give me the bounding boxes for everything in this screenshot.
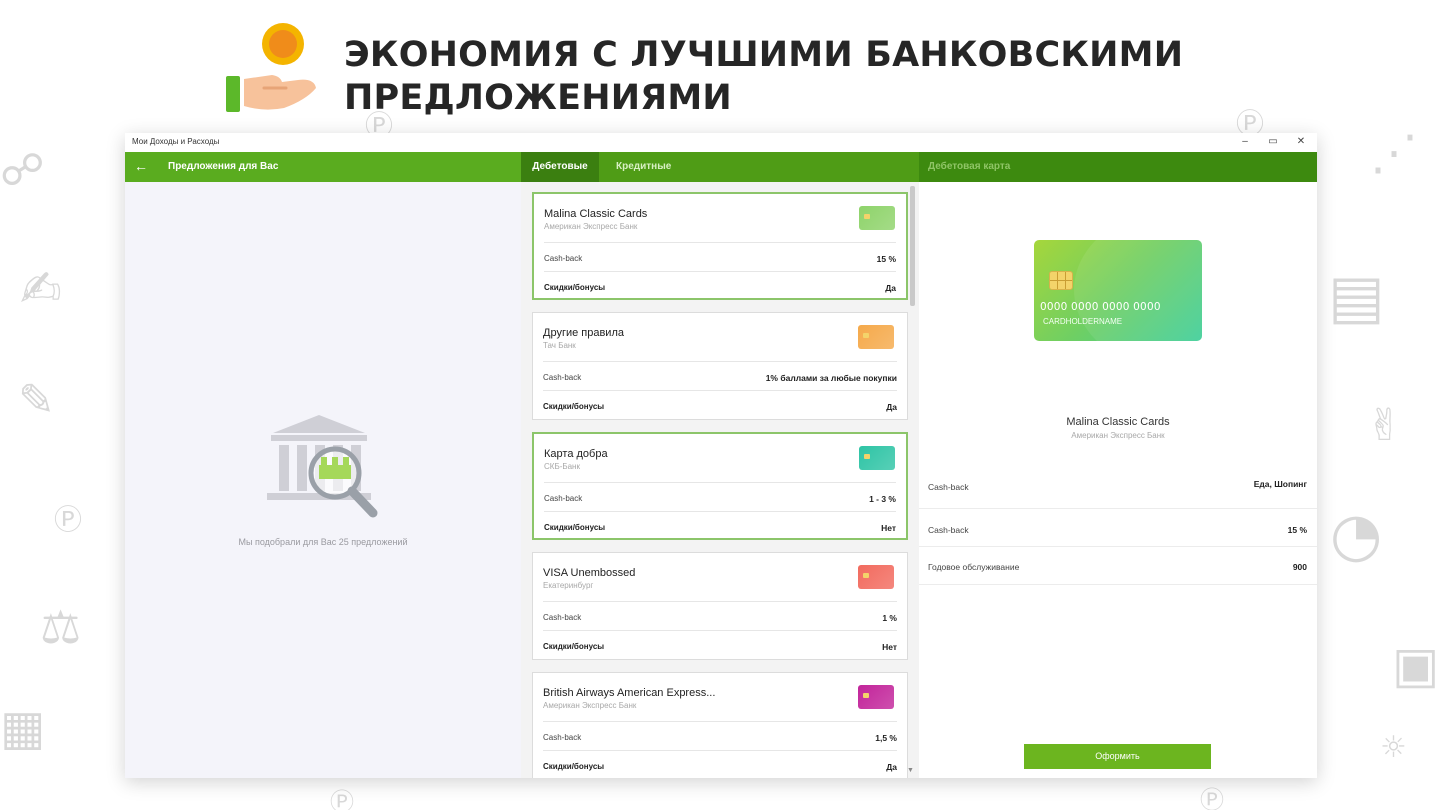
chip-icon: [1049, 271, 1073, 290]
graph-doodle: ⋰: [1370, 125, 1418, 181]
left-pane: Мы подобрали для Вас 25 предложений: [125, 182, 521, 778]
offer-card[interactable]: Карта добра СКБ-Банк Cash-back 1 - 3 % Скидк…: [532, 432, 908, 540]
close-icon[interactable]: ✕: [1293, 135, 1309, 149]
window-titlebar: Мои Доходы и Расходы – ▭ ✕: [125, 133, 1317, 152]
presentation-doodle: ▣: [1392, 636, 1440, 694]
offer-row-label: Скидки/бонусы: [543, 762, 605, 771]
money-doodle: ▦: [0, 700, 46, 756]
coin-hand-icon: [226, 23, 316, 112]
offer-row-label: Cash-back: [544, 254, 583, 263]
card-thumbnail-icon: [859, 446, 895, 470]
offer-name: VISA Unembossed: [543, 567, 636, 579]
detail-value: Еда, Шопинг: [1253, 479, 1307, 489]
tab-debit[interactable]: Дебетовые: [521, 152, 599, 182]
app-window: Мои Доходы и Расходы – ▭ ✕ ← Предложения…: [125, 133, 1317, 778]
card-thumbnail-icon: [858, 685, 894, 709]
tabs-bar: Дебетовые Кредитные: [521, 152, 919, 182]
document-doodle: ▤: [1328, 262, 1385, 332]
offers-list[interactable]: ▼ Malina Classic Cards Американ Экспресс …: [521, 182, 919, 778]
detail-value: 15 %: [1287, 525, 1307, 535]
offer-card[interactable]: British Airways American Express... Амери…: [532, 672, 908, 778]
card-holder: CARDHOLDERNAME: [1043, 317, 1123, 326]
tab-credit[interactable]: Кредитные: [616, 152, 671, 182]
offers-count-text: Мы подобрали для Вас 25 предложений: [238, 537, 408, 547]
left-header-bar: ← Предложения для Вас: [125, 152, 521, 182]
offer-row-value: 15 %: [876, 254, 896, 264]
detail-label: Cash-back: [928, 525, 969, 535]
scroll-down-icon[interactable]: ▼: [907, 767, 914, 774]
bulb-doodle: ☼: [1380, 730, 1407, 765]
offer-bank: Тач Банк: [543, 341, 576, 350]
minimize-icon[interactable]: –: [1237, 135, 1253, 149]
detail-row: Cash-back Еда, Шопинг: [919, 463, 1317, 509]
slide-header: ЭКОНОМИЯ С ЛУЧШИМИ БАНКОВСКИМИ ПРЕДЛОЖЕН…: [224, 22, 1224, 118]
ruble-doodle: Ⓟ: [54, 503, 83, 536]
offer-row-value: 1,5 %: [875, 733, 897, 743]
card-thumbnail-icon: [858, 565, 894, 589]
offer-card[interactable]: Malina Classic Cards Американ Экспресс Ба…: [532, 192, 908, 300]
maximize-icon[interactable]: ▭: [1265, 135, 1281, 149]
card-thumbnail-icon: [859, 206, 895, 230]
offer-row-value: Да: [886, 762, 897, 772]
offer-bank: Американ Экспресс Банк: [543, 701, 637, 710]
detail-row: Годовое обслуживание 900: [919, 548, 1317, 585]
ruble-doodle: Ⓟ: [330, 788, 354, 810]
offer-card[interactable]: VISA Unembossed Екатеринбург Cash-back 1 % С…: [532, 552, 908, 660]
detail-header-bar: Дебетовая карта: [919, 152, 1317, 182]
slide-title-line2: ПРЕДЛОЖЕНИЯМИ: [344, 78, 732, 118]
window-title: Мои Доходы и Расходы: [132, 137, 220, 146]
offer-row-value: 1% баллами за любые покупки: [765, 373, 897, 383]
pen-doodle: ✎: [18, 375, 55, 426]
offer-row-label: Cash-back: [543, 733, 582, 742]
offer-row-label: Cash-back: [543, 373, 582, 382]
detail-pane: 0000 0000 0000 0000 CARDHOLDERNAME Malin…: [919, 182, 1317, 778]
card-number: 0000 0000 0000 0000: [1040, 301, 1161, 313]
offer-row-label: Скидки/бонусы: [544, 523, 606, 532]
offer-name: British Airways American Express...: [543, 687, 716, 699]
detail-header-title: Дебетовая карта: [928, 161, 1011, 172]
offer-row-label: Скидки/бонусы: [543, 642, 605, 651]
offer-bank: Екатеринбург: [543, 581, 594, 590]
detail-value: 900: [1292, 562, 1307, 572]
detail-row: Cash-back 15 %: [919, 510, 1317, 547]
handshake-doodle: ✍: [20, 260, 62, 318]
offer-row-value: Нет: [881, 523, 896, 533]
offer-row-value: 1 %: [882, 613, 897, 623]
bank-search-icon: [267, 415, 378, 518]
scale-doodle: ⚖: [40, 600, 82, 654]
detail-card-name: Malina Classic Cards: [1066, 416, 1170, 428]
card-thumbnail-icon: [858, 325, 894, 349]
offer-bank: Американ Экспресс Банк: [544, 222, 638, 231]
card-preview: 0000 0000 0000 0000 CARDHOLDERNAME: [1034, 240, 1202, 341]
offer-card[interactable]: Другие правила Тач Банк Cash-back 1% баллам…: [532, 312, 908, 420]
detail-label: Cash-back: [928, 482, 969, 492]
offer-row-label: Скидки/бонусы: [544, 283, 606, 292]
slide-title: ЭКОНОМИЯ С ЛУЧШИМИ БАНКОВСКИМИ ПРЕДЛОЖЕН…: [344, 34, 1183, 120]
chart-doodle: ◔: [1330, 500, 1383, 570]
offers-scrollbar[interactable]: [910, 186, 915, 306]
offer-name: Карта добра: [544, 448, 608, 460]
detail-bank-name: Американ Экспресс Банк: [1071, 431, 1165, 440]
arrow-left-icon[interactable]: ←: [134, 158, 148, 174]
slide-title-line1: ЭКОНОМИЯ С ЛУЧШИМИ БАНКОВСКИМИ: [344, 35, 1184, 75]
offer-bank: СКБ-Банк: [544, 462, 580, 471]
offer-row-value: Да: [885, 283, 896, 293]
offer-row-value: Нет: [882, 642, 897, 652]
offer-row-label: Cash-back: [543, 613, 582, 622]
left-pane-title: Предложения для Вас: [168, 161, 279, 172]
hands-doodle: ✌: [1366, 400, 1403, 451]
detail-label: Годовое обслуживание: [928, 562, 1020, 572]
people-doodle: ☍: [0, 145, 45, 196]
offer-row-value: Да: [886, 402, 897, 412]
offer-name: Другие правила: [543, 327, 624, 339]
offer-row-label: Cash-back: [544, 494, 583, 503]
offer-name: Malina Classic Cards: [544, 208, 648, 220]
offer-row-label: Скидки/бонусы: [543, 402, 605, 411]
offer-row-value: 1 - 3 %: [869, 494, 896, 504]
apply-button[interactable]: Оформить: [1024, 744, 1211, 769]
ruble-doodle: Ⓟ: [1200, 786, 1224, 810]
